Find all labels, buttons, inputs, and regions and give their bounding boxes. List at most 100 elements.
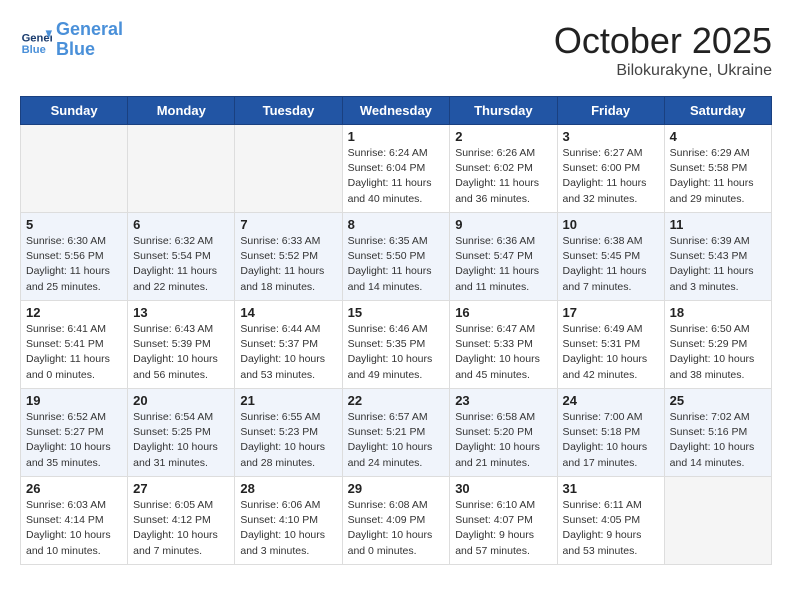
calendar-day-cell: 10 Sunrise: 6:38 AM Sunset: 5:45 PM Dayli… <box>557 213 664 301</box>
logo-text: GeneralBlue <box>56 20 123 60</box>
calendar-day-cell: 13Sunrise: 6:43 AM Sunset: 5:39 PM Dayli… <box>128 301 235 389</box>
day-info: Sunrise: 6:33 AM Sunset: 5:52 PM Dayligh… <box>240 234 336 295</box>
day-info: Sunrise: 6:52 AM Sunset: 5:27 PM Dayligh… <box>26 410 122 471</box>
calendar-day-cell: 24 Sunrise: 7:00 AM Sunset: 5:18 PM Dayli… <box>557 389 664 477</box>
day-number: 26 <box>26 481 122 496</box>
day-info: Sunrise: 6:38 AM Sunset: 5:45 PM Dayligh… <box>563 234 659 295</box>
day-number: 8 <box>348 217 445 232</box>
day-info: Sunrise: 6:58 AM Sunset: 5:20 PM Dayligh… <box>455 410 551 471</box>
calendar-day-cell: 22 Sunrise: 6:57 AM Sunset: 5:21 PM Dayli… <box>342 389 450 477</box>
day-number: 3 <box>563 129 659 144</box>
day-number: 24 <box>563 393 659 408</box>
day-number: 11 <box>670 217 766 232</box>
day-info: Sunrise: 6:46 AM Sunset: 5:35 PM Dayligh… <box>348 322 445 383</box>
day-info: Sunrise: 6:47 AM Sunset: 5:33 PM Dayligh… <box>455 322 551 383</box>
calendar-week-row: 19 Sunrise: 6:52 AM Sunset: 5:27 PM Dayli… <box>21 389 772 477</box>
day-info: Sunrise: 6:49 AM Sunset: 5:31 PM Dayligh… <box>563 322 659 383</box>
calendar-day-cell: 6 Sunrise: 6:32 AM Sunset: 5:54 PM Daylig… <box>128 213 235 301</box>
weekday-header-row: SundayMondayTuesdayWednesdayThursdayFrid… <box>21 97 772 125</box>
calendar-week-row: 26Sunrise: 6:03 AM Sunset: 4:14 PM Dayli… <box>21 477 772 565</box>
day-number: 7 <box>240 217 336 232</box>
calendar-day-cell: 15 Sunrise: 6:46 AM Sunset: 5:35 PM Dayli… <box>342 301 450 389</box>
calendar-day-cell: 11 Sunrise: 6:39 AM Sunset: 5:43 PM Dayli… <box>664 213 771 301</box>
calendar-day-cell: 29Sunrise: 6:08 AM Sunset: 4:09 PM Dayli… <box>342 477 450 565</box>
day-number: 18 <box>670 305 766 320</box>
day-info: Sunrise: 6:30 AM Sunset: 5:56 PM Dayligh… <box>26 234 122 295</box>
day-number: 19 <box>26 393 122 408</box>
day-number: 5 <box>26 217 122 232</box>
day-info: Sunrise: 6:10 AM Sunset: 4:07 PM Dayligh… <box>455 498 551 559</box>
calendar-day-cell: 12Sunrise: 6:41 AM Sunset: 5:41 PM Dayli… <box>21 301 128 389</box>
day-number: 29 <box>348 481 445 496</box>
day-info: Sunrise: 6:24 AM Sunset: 6:04 PM Dayligh… <box>348 146 445 207</box>
calendar-day-cell: 7 Sunrise: 6:33 AM Sunset: 5:52 PM Daylig… <box>235 213 342 301</box>
day-number: 16 <box>455 305 551 320</box>
day-number: 12 <box>26 305 122 320</box>
day-info: Sunrise: 6:32 AM Sunset: 5:54 PM Dayligh… <box>133 234 229 295</box>
logo: General Blue GeneralBlue <box>20 20 123 60</box>
day-number: 2 <box>455 129 551 144</box>
weekday-header: Saturday <box>664 97 771 125</box>
weekday-header: Friday <box>557 97 664 125</box>
day-info: Sunrise: 6:43 AM Sunset: 5:39 PM Dayligh… <box>133 322 229 383</box>
calendar-day-cell: 21 Sunrise: 6:55 AM Sunset: 5:23 PM Dayli… <box>235 389 342 477</box>
calendar-week-row: 5 Sunrise: 6:30 AM Sunset: 5:56 PM Daylig… <box>21 213 772 301</box>
day-number: 30 <box>455 481 551 496</box>
day-number: 10 <box>563 217 659 232</box>
calendar-day-cell <box>664 477 771 565</box>
calendar-day-cell: 19 Sunrise: 6:52 AM Sunset: 5:27 PM Dayli… <box>21 389 128 477</box>
day-info: Sunrise: 7:02 AM Sunset: 5:16 PM Dayligh… <box>670 410 766 471</box>
weekday-header: Wednesday <box>342 97 450 125</box>
calendar-day-cell: 18Sunrise: 6:50 AM Sunset: 5:29 PM Dayli… <box>664 301 771 389</box>
day-number: 21 <box>240 393 336 408</box>
title-block: October 2025 Bilokurakyne, Ukraine <box>554 20 772 80</box>
calendar-day-cell: 1 Sunrise: 6:24 AM Sunset: 6:04 PM Daylig… <box>342 125 450 213</box>
weekday-header: Sunday <box>21 97 128 125</box>
calendar-day-cell: 9Sunrise: 6:36 AM Sunset: 5:47 PM Daylig… <box>450 213 557 301</box>
calendar-day-cell <box>235 125 342 213</box>
day-number: 15 <box>348 305 445 320</box>
calendar-day-cell: 3 Sunrise: 6:27 AM Sunset: 6:00 PM Daylig… <box>557 125 664 213</box>
calendar-day-cell: 23 Sunrise: 6:58 AM Sunset: 5:20 PM Dayli… <box>450 389 557 477</box>
calendar-day-cell: 17Sunrise: 6:49 AM Sunset: 5:31 PM Dayli… <box>557 301 664 389</box>
location-subtitle: Bilokurakyne, Ukraine <box>554 62 772 80</box>
calendar-day-cell: 26Sunrise: 6:03 AM Sunset: 4:14 PM Dayli… <box>21 477 128 565</box>
day-number: 4 <box>670 129 766 144</box>
calendar-day-cell: 5 Sunrise: 6:30 AM Sunset: 5:56 PM Daylig… <box>21 213 128 301</box>
day-number: 25 <box>670 393 766 408</box>
calendar-day-cell: 28 Sunrise: 6:06 AM Sunset: 4:10 PM Dayli… <box>235 477 342 565</box>
day-number: 1 <box>348 129 445 144</box>
day-info: Sunrise: 6:27 AM Sunset: 6:00 PM Dayligh… <box>563 146 659 207</box>
day-info: Sunrise: 6:57 AM Sunset: 5:21 PM Dayligh… <box>348 410 445 471</box>
calendar-day-cell <box>21 125 128 213</box>
calendar-table: SundayMondayTuesdayWednesdayThursdayFrid… <box>20 96 772 565</box>
day-info: Sunrise: 6:26 AM Sunset: 6:02 PM Dayligh… <box>455 146 551 207</box>
day-info: Sunrise: 6:55 AM Sunset: 5:23 PM Dayligh… <box>240 410 336 471</box>
day-number: 27 <box>133 481 229 496</box>
day-number: 20 <box>133 393 229 408</box>
calendar-week-row: 12Sunrise: 6:41 AM Sunset: 5:41 PM Dayli… <box>21 301 772 389</box>
day-info: Sunrise: 6:44 AM Sunset: 5:37 PM Dayligh… <box>240 322 336 383</box>
day-number: 23 <box>455 393 551 408</box>
logo-icon: General Blue <box>20 24 52 56</box>
calendar-day-cell: 27Sunrise: 6:05 AM Sunset: 4:12 PM Dayli… <box>128 477 235 565</box>
calendar-day-cell: 4Sunrise: 6:29 AM Sunset: 5:58 PM Daylig… <box>664 125 771 213</box>
calendar-day-cell: 25 Sunrise: 7:02 AM Sunset: 5:16 PM Dayli… <box>664 389 771 477</box>
calendar-day-cell: 14 Sunrise: 6:44 AM Sunset: 5:37 PM Dayli… <box>235 301 342 389</box>
weekday-header: Tuesday <box>235 97 342 125</box>
weekday-header: Monday <box>128 97 235 125</box>
calendar-week-row: 1 Sunrise: 6:24 AM Sunset: 6:04 PM Daylig… <box>21 125 772 213</box>
day-info: Sunrise: 6:11 AM Sunset: 4:05 PM Dayligh… <box>563 498 659 559</box>
day-number: 22 <box>348 393 445 408</box>
calendar-day-cell: 20Sunrise: 6:54 AM Sunset: 5:25 PM Dayli… <box>128 389 235 477</box>
day-number: 31 <box>563 481 659 496</box>
day-number: 6 <box>133 217 229 232</box>
svg-text:Blue: Blue <box>22 44 46 56</box>
calendar-day-cell: 30 Sunrise: 6:10 AM Sunset: 4:07 PM Dayli… <box>450 477 557 565</box>
day-info: Sunrise: 6:39 AM Sunset: 5:43 PM Dayligh… <box>670 234 766 295</box>
day-number: 28 <box>240 481 336 496</box>
day-info: Sunrise: 7:00 AM Sunset: 5:18 PM Dayligh… <box>563 410 659 471</box>
day-info: Sunrise: 6:06 AM Sunset: 4:10 PM Dayligh… <box>240 498 336 559</box>
day-number: 14 <box>240 305 336 320</box>
day-info: Sunrise: 6:35 AM Sunset: 5:50 PM Dayligh… <box>348 234 445 295</box>
